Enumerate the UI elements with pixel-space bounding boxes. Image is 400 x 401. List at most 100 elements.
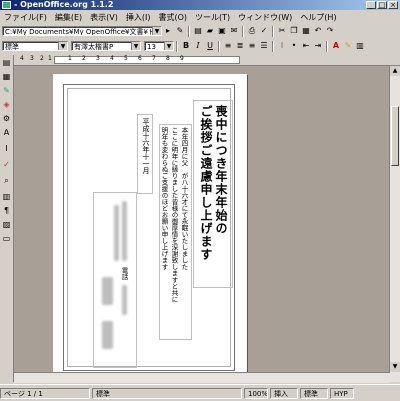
menu-tools[interactable]: ツール(T)	[191, 12, 234, 23]
highlight-icon[interactable]: ✎	[343, 41, 353, 51]
scroll-up-icon[interactable]: ▲	[390, 66, 400, 76]
new-document-icon[interactable]: ▤	[193, 26, 203, 36]
document-workspace[interactable]: 喪中につき年末年始の ご挨拶ご遠慮申し上げます 本年四月に父 が八十六才にて永眠…	[14, 66, 400, 382]
body-text-box[interactable]: 本年四月に父 が八十六才にて永眠いたしました ここに明年に縁りました皆様の御厚情…	[159, 124, 192, 340]
cut-icon[interactable]: ✂	[277, 26, 287, 36]
horizontal-scrollbar[interactable]	[14, 372, 390, 383]
url-combo[interactable]: C:¥My Documents¥My OpenOffice¥文書¥ドキュメント¥…	[2, 26, 162, 36]
ruler-tick: 2	[82, 55, 86, 62]
menu-insert[interactable]: 挿入(I)	[122, 12, 155, 23]
bold-button[interactable]: B	[181, 41, 191, 51]
ruler-tick: 8	[166, 55, 170, 62]
find-icon[interactable]: ⌕	[2, 176, 11, 185]
form-icon[interactable]: ◈	[2, 100, 11, 109]
date-text: 平成十六年十一月	[142, 118, 150, 174]
spellcheck-icon[interactable]: ✓	[259, 26, 269, 36]
font-color-icon[interactable]: A	[331, 41, 341, 51]
text-cursor-icon[interactable]: I	[2, 144, 11, 153]
sender-address-redacted	[114, 205, 119, 261]
selection-mode[interactable]: 標準	[300, 387, 328, 399]
spelling-icon[interactable]: ✓	[2, 160, 11, 169]
zoom-level[interactable]: 100%	[244, 387, 268, 399]
maximize-button[interactable]: □	[377, 1, 387, 9]
increase-indent-icon[interactable]: ⇥	[313, 41, 323, 51]
format-toolbar: 標準 ▼ 有澤太楷書P ▼ 13 ▼ B I U ≡ ≣ ≡ ☰ ⁝ • ⇤ ⇥…	[0, 39, 400, 53]
mail-icon[interactable]: ✉	[229, 26, 239, 36]
chevron-down-icon[interactable]: ▼	[131, 42, 140, 50]
align-left-icon[interactable]: ≡	[223, 41, 233, 51]
window-title: - OpenOffice.org 1.1.2	[14, 0, 114, 9]
redo-icon[interactable]: ↷	[325, 26, 335, 36]
edit-autotext-icon[interactable]: A	[2, 128, 11, 137]
heading-box[interactable]: 喪中につき年末年始の ご挨拶ご遠慮申し上げます	[193, 100, 233, 288]
justify-icon[interactable]: ☰	[259, 41, 269, 51]
insert-fields-icon[interactable]: ▦	[2, 72, 11, 81]
undo-icon[interactable]: ↶	[313, 26, 323, 36]
paragraph-style-value: 標準	[5, 43, 19, 51]
align-center-icon[interactable]: ≣	[235, 41, 245, 51]
menu-file[interactable]: ファイル(F)	[0, 12, 51, 23]
font-name-value: 有澤太楷書P	[74, 43, 114, 51]
ruler-tick: 3	[96, 55, 100, 62]
ruler-tick: 1	[68, 55, 72, 62]
scroll-down-icon[interactable]: ▼	[390, 362, 400, 372]
menu-format[interactable]: 書式(O)	[154, 12, 191, 23]
close-button[interactable]: ×	[388, 1, 398, 9]
chevron-down-icon[interactable]: ▼	[152, 27, 161, 35]
minimize-button[interactable]: _	[366, 1, 376, 9]
sender-box[interactable]: 電話	[93, 192, 137, 368]
graphics-off-icon[interactable]: ▨	[2, 220, 11, 229]
background-color-icon[interactable]: ▥	[355, 41, 365, 51]
draw-icon[interactable]: ✎	[2, 86, 11, 95]
insert-icon[interactable]: ▤	[2, 58, 11, 67]
scroll-thumb[interactable]	[391, 106, 399, 166]
title-bar: - OpenOffice.org 1.1.2 _ □ ×	[0, 0, 400, 10]
numbering-icon[interactable]: ⁝	[277, 41, 287, 51]
edit-file-icon[interactable]: ✎	[175, 26, 185, 36]
document-page[interactable]: 喪中につき年末年始の ご挨拶ご遠慮申し上げます 本年四月に父 が八十六才にて永眠…	[53, 74, 247, 382]
autopilot-icon[interactable]: ⚙	[2, 114, 11, 123]
sender-name-redacted	[102, 321, 113, 349]
align-right-icon[interactable]: ≡	[247, 41, 257, 51]
menu-window[interactable]: ウィンドウ(W)	[234, 12, 296, 23]
ruler-tick: 7	[152, 55, 156, 62]
body-line-2: ここに明年に縁りました皆様の御厚情を深謝致しますと共に	[170, 127, 178, 303]
go-icon[interactable]: ▸	[163, 26, 173, 36]
save-icon[interactable]: ▣	[217, 26, 227, 36]
date-box[interactable]: 平成十六年十一月	[137, 114, 153, 194]
heading-line-1: 喪中につき年末年始の	[214, 105, 228, 235]
italic-button[interactable]: I	[193, 41, 203, 51]
page-style: 標準	[92, 387, 242, 399]
tel-redacted	[122, 285, 127, 315]
datasource-icon[interactable]: ▥	[2, 192, 11, 201]
menu-bar: ファイル(F) 編集(E) 表示(V) 挿入(I) 書式(O) ツール(T) ウ…	[0, 11, 400, 23]
insert-mode[interactable]: 挿入	[270, 387, 298, 399]
body-line-1: 本年四月に父 が八十六才にて永眠いたしました	[180, 127, 188, 270]
paragraph-style-combo[interactable]: 標準 ▼	[2, 41, 68, 51]
ruler-tick: 3	[30, 55, 34, 62]
menu-edit[interactable]: 編集(E)	[51, 12, 86, 23]
chevron-down-icon[interactable]: ▼	[58, 42, 67, 50]
font-size-value: 13	[147, 43, 156, 51]
main-toolbar: ▤ ▦ ✎ ◈ ⚙ A I ✓ ⌕ ▥ ¶ ▨ ▭	[0, 55, 14, 382]
online-layout-icon[interactable]: ▭	[2, 234, 11, 243]
hyperlink-mode[interactable]: HYP	[330, 387, 354, 399]
decrease-indent-icon[interactable]: ⇤	[301, 41, 311, 51]
sender-address-redacted	[122, 201, 127, 261]
menu-help[interactable]: ヘルプ(H)	[296, 12, 340, 23]
menu-view[interactable]: 表示(V)	[86, 12, 122, 23]
open-folder-icon[interactable]: ▰	[205, 26, 215, 36]
chevron-down-icon[interactable]: ▼	[164, 42, 173, 50]
underline-button[interactable]: U	[205, 41, 215, 51]
paste-icon[interactable]: ▦	[301, 26, 311, 36]
font-size-combo[interactable]: 13 ▼	[144, 41, 174, 51]
horizontal-ruler[interactable]: 4 3 2 1 1 2 3 4 5 6 7 8 9	[14, 55, 400, 66]
bullets-icon[interactable]: •	[289, 41, 299, 51]
nonprint-chars-icon[interactable]: ¶	[2, 206, 11, 215]
font-name-combo[interactable]: 有澤太楷書P ▼	[71, 41, 141, 51]
ruler-tick: 9	[180, 55, 184, 62]
print-icon[interactable]: ⎙	[247, 26, 257, 36]
vertical-scrollbar[interactable]: ▲ ▼	[389, 66, 400, 382]
copy-icon[interactable]: ❐	[289, 26, 299, 36]
ruler-tick: 6	[138, 55, 142, 62]
